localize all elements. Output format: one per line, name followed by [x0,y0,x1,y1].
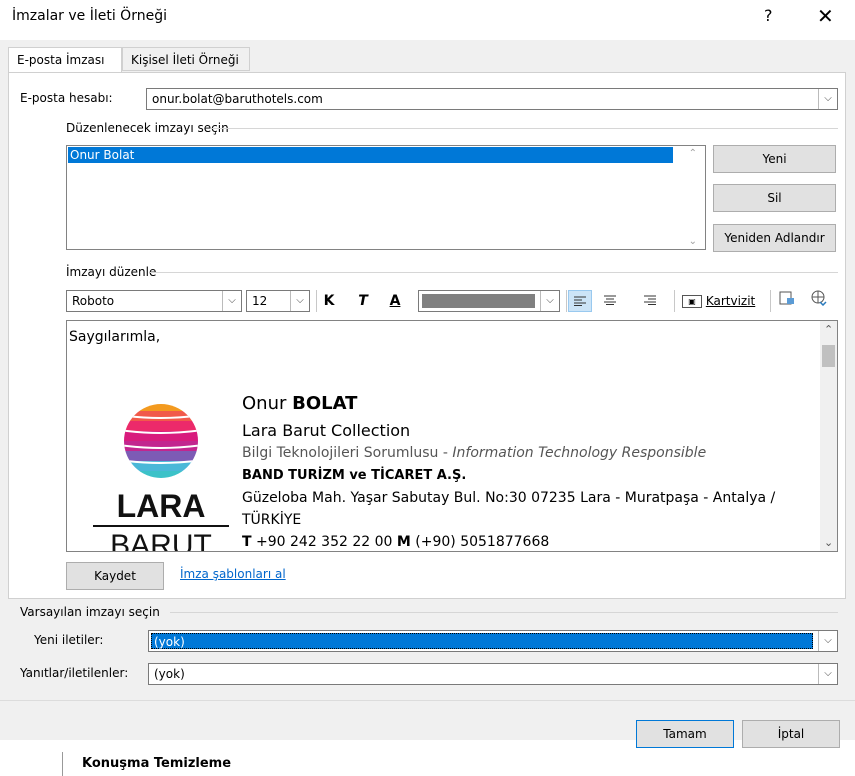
help-icon[interactable]: ? [764,6,773,25]
chevron-down-icon[interactable]: ⌵ [818,631,837,651]
font-select[interactable]: Roboto ⌵ [66,290,242,312]
first-name: Onur [242,393,293,414]
account-label: E-posta hesabı: [20,91,113,105]
role-en: Information Technology Responsible [452,445,707,461]
signature-address: Güzeloba Mah. Yaşar Sabutay Bul. No:30 0… [242,490,776,506]
chevron-down-icon[interactable]: ⌵ [290,291,309,311]
font-size-value: 12 [252,294,268,308]
tab-email-signature[interactable]: E-posta İmzası [8,47,122,73]
tel-value: +90 242 352 22 00 [251,534,397,550]
scroll-thumb[interactable] [822,345,835,367]
close-icon[interactable]: ✕ [817,4,834,28]
list-item[interactable]: Onur Bolat [68,147,673,163]
default-signature-label: Varsayılan imzayı seçin [20,605,165,619]
scroll-down-icon[interactable]: ⌄ [824,536,833,549]
signature-editor[interactable]: Saygılarımla, LARA BARUT Onur BOLAT Lara… [66,320,838,552]
background-divider [62,752,63,776]
separator [316,290,317,312]
chevron-down-icon[interactable]: ⌵ [818,89,837,109]
rename-button[interactable]: Yeniden Adlandır [713,224,836,252]
font-color-select[interactable]: ⌵ [418,290,560,312]
separator [674,290,675,312]
hyperlink-icon[interactable] [808,290,830,312]
background-window: Konuşma Temizleme [0,752,855,776]
get-templates-link[interactable]: İmza şablonları al [180,567,286,581]
greeting-text: Saygılarımla, [69,329,161,345]
business-card-button[interactable]: ▣ Kartvizit [682,290,762,312]
scroll-up-icon[interactable]: ⌃ [824,323,833,336]
last-name: BOLAT [292,393,358,414]
align-right-icon[interactable] [638,290,662,312]
scroll-up-icon[interactable]: ⌃ [689,148,697,159]
color-swatch [422,294,535,308]
business-card-label: Kartvizit [705,294,756,308]
bold-button[interactable]: K [318,290,340,312]
save-button[interactable]: Kaydet [66,562,164,590]
insert-picture-icon[interactable] [776,290,798,312]
chevron-down-icon[interactable]: ⌵ [540,291,559,311]
lara-barut-logo: LARA BARUT [89,393,229,552]
signature-phones: T +90 242 352 22 00 M (+90) 5051877668 [242,534,549,550]
signature-list[interactable]: Onur Bolat ⌃ ⌄ [66,145,706,250]
separator [770,290,771,312]
replies-label: Yanıtlar/iletilenler: [20,666,129,680]
cancel-button[interactable]: İptal [742,720,840,748]
editor-scrollbar[interactable]: ⌃ ⌄ [820,321,837,551]
account-value: onur.bolat@baruthotels.com [152,92,323,106]
new-button[interactable]: Yeni [713,145,836,173]
new-messages-select[interactable]: (yok) ⌵ [148,630,838,652]
align-center-icon[interactable] [598,290,622,312]
role-tr: Bilgi Teknolojileri Sorumlusu - [242,445,453,461]
replies-select[interactable]: (yok) ⌵ [148,663,838,685]
scroll-down-icon[interactable]: ⌄ [689,236,697,247]
replies-value: (yok) [154,667,185,681]
background-text: Konuşma Temizleme [82,756,232,771]
font-value: Roboto [72,294,115,308]
account-select[interactable]: onur.bolat@baruthotels.com ⌵ [146,88,838,110]
signature-legal-name: BAND TURİZM ve TİCARET A.Ş. [242,468,467,483]
new-messages-value: (yok) [151,633,813,649]
logo-text: BARUT [110,529,212,552]
tel-prefix: T [242,534,252,550]
business-card-icon: ▣ [682,295,702,308]
font-size-select[interactable]: 12 ⌵ [246,290,310,312]
delete-button[interactable]: Sil [713,184,836,212]
chevron-down-icon[interactable]: ⌵ [818,664,837,684]
signature-company: Lara Barut Collection [242,421,411,440]
group-divider [170,612,838,613]
italic-button[interactable]: T [352,290,374,312]
signature-name: Onur BOLAT [242,393,357,414]
mobile-value: (+90) 5051877668 [410,534,550,550]
select-signature-label: Düzenlenecek imzayı seçin [66,121,234,135]
signature-role: Bilgi Teknolojileri Sorumlusu - Informat… [242,445,706,461]
dialog-title: İmzalar ve İleti Örneği [12,8,167,24]
logo-text: LARA [117,488,206,524]
edit-signature-label: İmzayı düzenle [66,265,162,279]
tab-personal-stationery[interactable]: Kişisel İleti Örneği [122,47,250,71]
group-divider [212,128,838,129]
group-divider [150,272,838,273]
ok-button[interactable]: Tamam [636,720,734,748]
new-messages-label: Yeni iletiler: [34,633,104,647]
separator [566,290,567,312]
chevron-down-icon[interactable]: ⌵ [222,291,241,311]
format-toolbar: Roboto ⌵ 12 ⌵ K T A ⌵ ▣ Kartvizit [66,290,840,312]
mobile-prefix: M [396,534,411,550]
signature-country: TÜRKİYE [242,512,302,528]
underline-button[interactable]: A [384,290,406,312]
align-left-icon[interactable] [568,290,592,312]
footer-divider [0,700,855,701]
